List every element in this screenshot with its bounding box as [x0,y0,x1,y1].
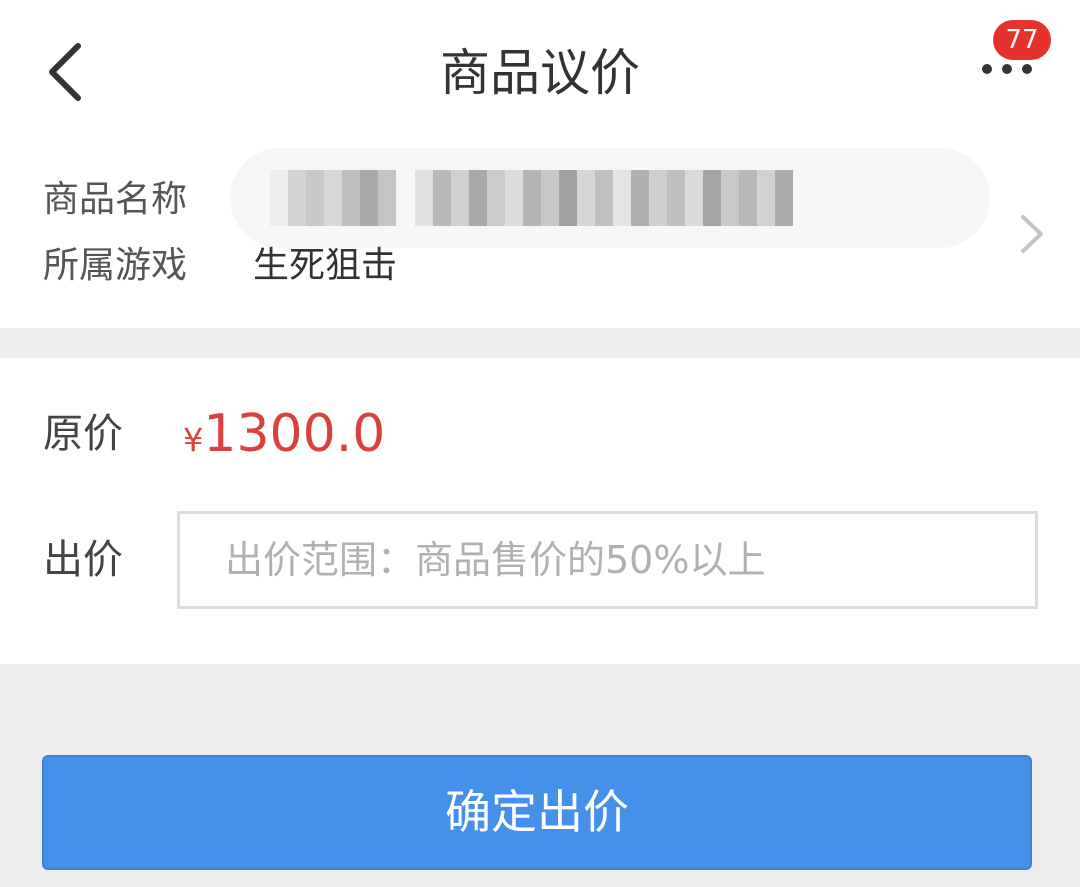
product-name-redacted [230,148,990,248]
notification-badge: 77 [993,20,1051,60]
product-info-card[interactable]: 商品名称 所属游戏 生死狙击 [0,145,1080,328]
original-price: ¥1300.0 [183,404,385,476]
chevron-right-icon [1021,215,1043,253]
bid-label: 出价 [43,537,123,583]
confirm-bid-button[interactable]: 确定出价 [42,755,1032,870]
chevron-left-icon [49,43,81,101]
more-dots-icon [982,64,1032,74]
game-label: 所属游戏 [43,245,188,286]
original-price-amount: 1300.0 [203,404,386,464]
bid-price-input[interactable] [177,511,1038,609]
bid-form-card: 原价 ¥1300.0 出价 [0,358,1080,664]
game-value: 生死狙击 [253,245,398,286]
back-button[interactable] [36,36,100,108]
top-nav-bar: 商品议价 77 [0,0,1080,145]
product-name-label: 商品名称 [43,179,188,220]
currency-symbol: ¥ [183,421,204,459]
page-title: 商品议价 [440,44,640,102]
original-price-label: 原价 [43,411,123,457]
